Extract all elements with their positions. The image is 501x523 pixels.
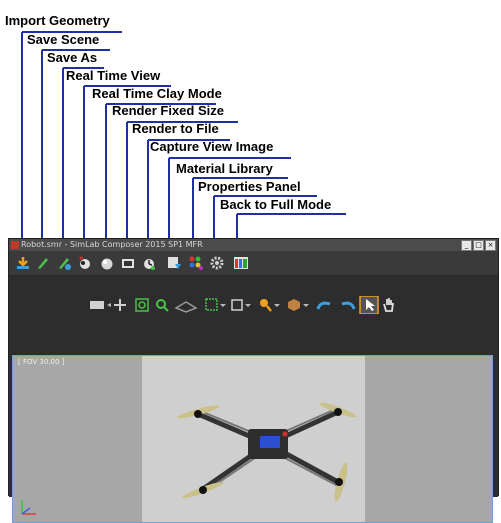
quadcopter-model: [176, 402, 357, 502]
app-window: Robot.smr - SimLab Composer 2015 SP1 MFR…: [8, 238, 499, 523]
hand-icon[interactable]: [383, 298, 394, 312]
fov-label: [ FOV 30.00 ]: [18, 358, 65, 366]
render-fixed-size-icon: [122, 259, 134, 268]
close-button[interactable]: ×: [485, 240, 496, 251]
render-to-file-icon: [144, 259, 155, 270]
real-time-clay-mode-icon: [101, 258, 113, 270]
maximize-button[interactable]: □: [473, 240, 484, 251]
save-scene-button[interactable]: [35, 255, 51, 271]
callout-capture-view-image: Capture View Image: [150, 139, 274, 154]
import-geometry-button[interactable]: [15, 255, 31, 271]
search-icon[interactable]: [260, 299, 280, 312]
real-time-view-button[interactable]: [77, 255, 93, 271]
back-to-full-mode-icon: [234, 257, 248, 269]
capture-view-image-icon: [168, 257, 181, 269]
pan-icon[interactable]: [114, 299, 126, 311]
callout-import-geometry: Import Geometry: [5, 13, 110, 28]
back-to-full-mode-button[interactable]: [233, 255, 249, 271]
callout-render-to-file: Render to File: [132, 121, 219, 136]
material-library-icon: [189, 256, 203, 270]
undo-icon[interactable]: [316, 301, 331, 310]
select-pointer-icon[interactable]: [359, 296, 379, 314]
redo-icon[interactable]: [341, 301, 356, 310]
callout-properties-panel: Properties Panel: [198, 179, 301, 194]
capture-view-image-button[interactable]: [166, 255, 182, 271]
frame-select-icon[interactable]: [205, 298, 226, 311]
render-fixed-size-button[interactable]: [120, 255, 136, 271]
material-library-button[interactable]: [188, 255, 204, 271]
save-as-button[interactable]: [56, 255, 72, 271]
properties-panel-button[interactable]: [209, 255, 225, 271]
real-time-clay-mode-button[interactable]: [99, 255, 115, 271]
view-cube-icon[interactable]: [231, 299, 251, 311]
app-logo-icon: [11, 241, 19, 249]
callout-save-as: Save As: [47, 50, 98, 65]
main-toolbar: [9, 251, 498, 276]
properties-panel-icon: [210, 256, 224, 270]
window-title: Robot.smr - SimLab Composer 2015 SP1 MFR: [21, 240, 203, 249]
callout-back-to-full-mode: Back to Full Mode: [220, 197, 332, 212]
minimize-button[interactable]: _: [461, 240, 472, 251]
save-as-icon: [59, 258, 71, 270]
view-toolbar: [90, 296, 394, 314]
workspace: [ FOV 30.00 ]: [9, 276, 498, 523]
callout-real-time-view: Real Time View: [66, 68, 161, 83]
render-to-file-button[interactable]: [141, 255, 157, 271]
real-time-view-icon: [79, 256, 90, 269]
zoom-fit-icon[interactable]: [135, 298, 149, 312]
camera-icon[interactable]: [90, 301, 111, 309]
zoom-icon[interactable]: [156, 299, 169, 312]
axis-gizmo-icon: [21, 500, 36, 515]
window-controls: _ □ ×: [461, 240, 496, 251]
callout-render-fixed-size: Render Fixed Size: [112, 103, 224, 118]
callout-real-time-clay-mode: Real Time Clay Mode: [92, 86, 222, 101]
3d-viewport[interactable]: [ FOV 30.00 ]: [12, 355, 493, 523]
import-geometry-icon: [17, 257, 29, 269]
title-bar: Robot.smr - SimLab Composer 2015 SP1 MFR…: [9, 239, 498, 251]
callout-save-scene: Save Scene: [27, 32, 100, 47]
callout-material-library: Material Library: [176, 161, 273, 176]
grid-icon[interactable]: [174, 301, 198, 313]
save-scene-icon: [38, 258, 48, 269]
object-box-icon[interactable]: [288, 299, 309, 311]
